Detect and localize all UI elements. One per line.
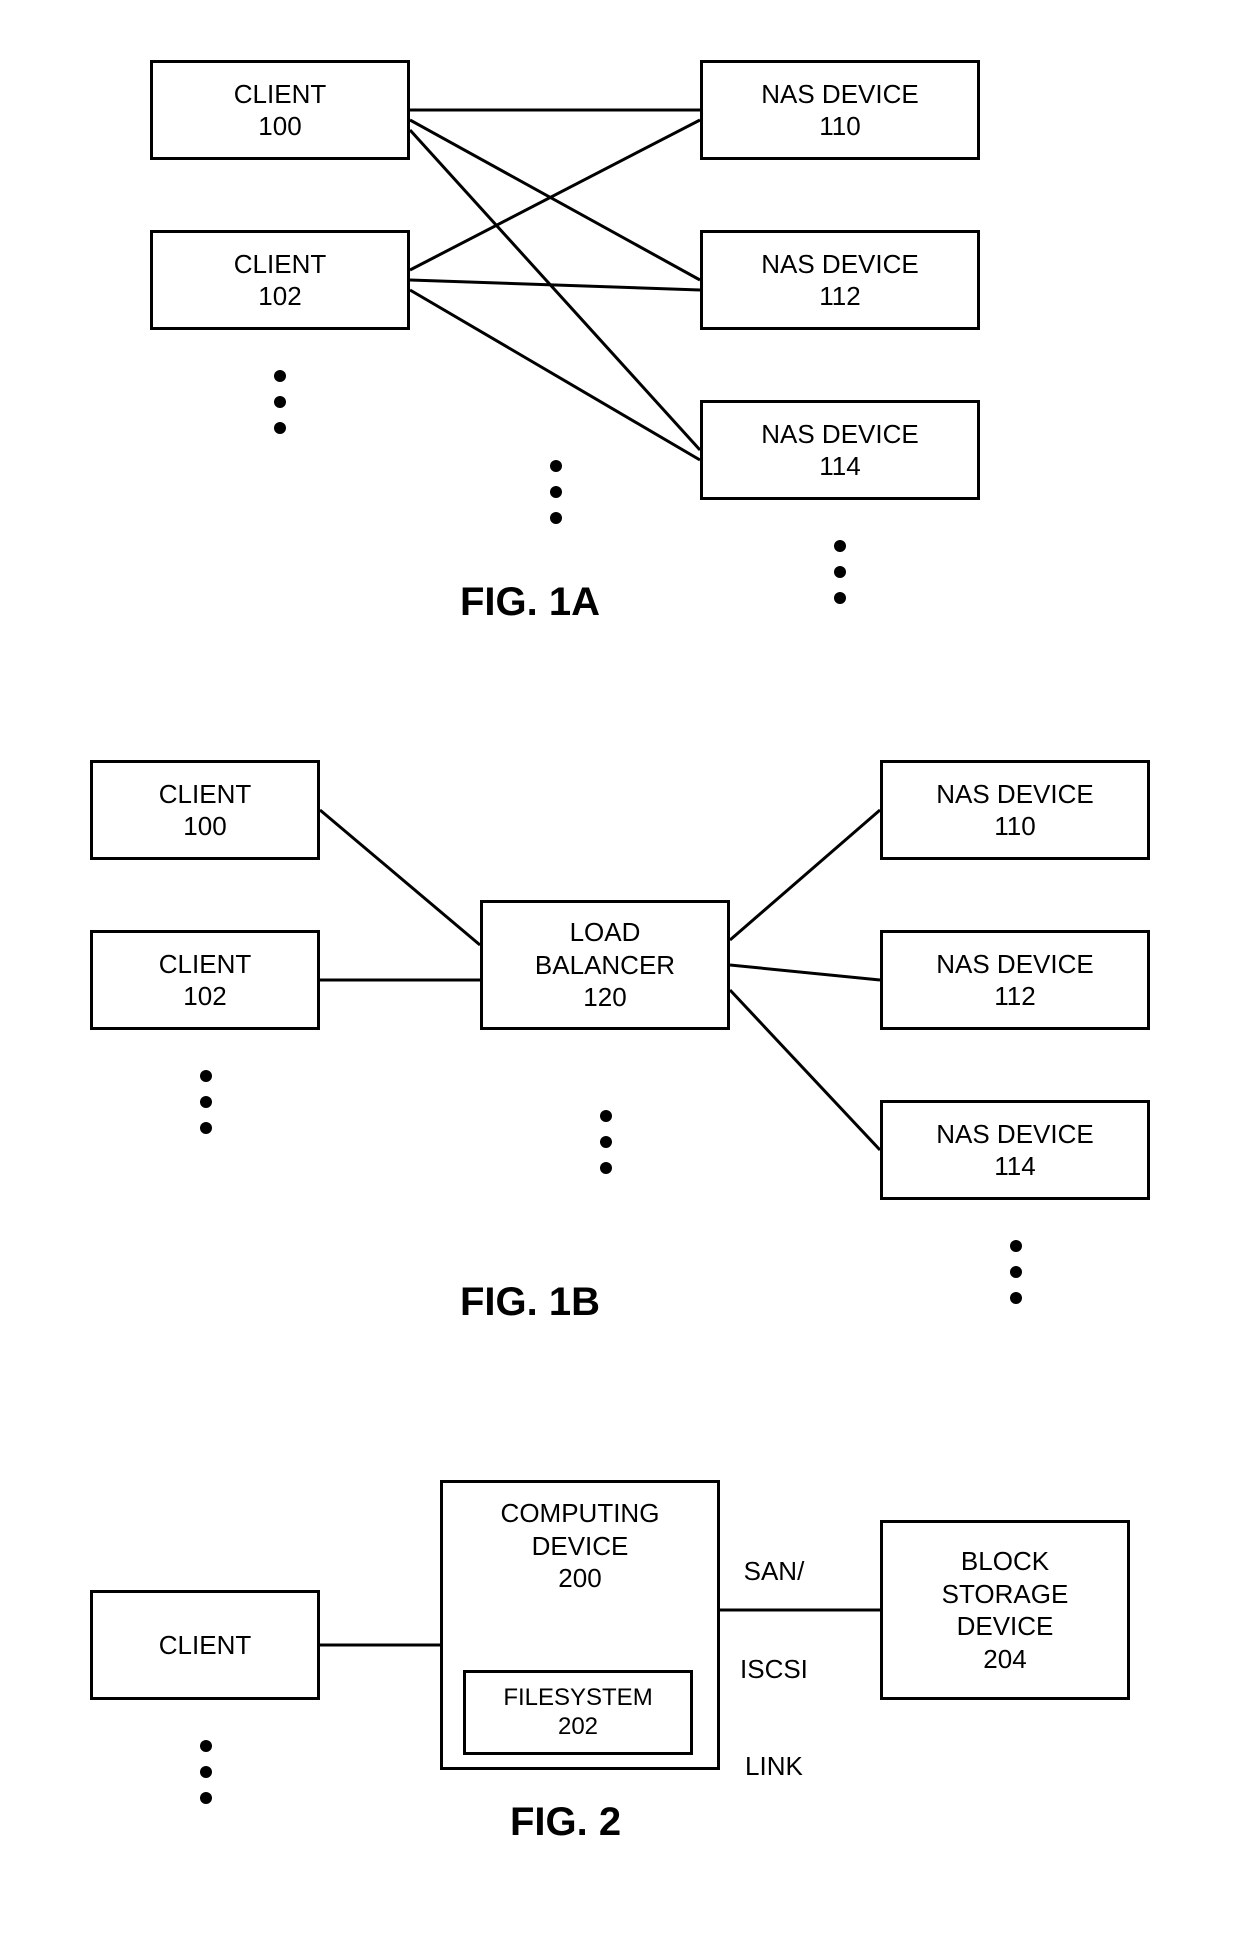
box-id: 114 [819, 450, 860, 483]
box-title: NAS DEVICE [936, 948, 1094, 981]
link-line2: ISCSI [740, 1653, 808, 1686]
fig1b-client-100: CLIENT 100 [90, 760, 320, 860]
fig1a-client-100: CLIENT 100 [150, 60, 410, 160]
ellipsis-icon [550, 460, 562, 524]
fig1a-nas-114: NAS DEVICE 114 [700, 400, 980, 500]
fig1b-load-balancer: LOAD BALANCER 120 [480, 900, 730, 1030]
ellipsis-icon [274, 370, 286, 434]
box-title: NAS DEVICE [936, 778, 1094, 811]
box-id: 110 [994, 810, 1035, 843]
box-title: CLIENT [234, 78, 326, 111]
fig1a-nas-110: NAS DEVICE 110 [700, 60, 980, 160]
box-id: 102 [258, 280, 301, 313]
box-id: 120 [583, 981, 626, 1014]
box-title: NAS DEVICE [761, 248, 919, 281]
ellipsis-icon [1010, 1240, 1022, 1304]
box-title2: DEVICE [532, 1530, 629, 1563]
box-id: 114 [994, 1150, 1035, 1183]
box-title2: STORAGE [942, 1578, 1069, 1611]
box-title: LOAD [570, 916, 641, 949]
ellipsis-icon [600, 1110, 612, 1174]
box-title: COMPUTING [501, 1497, 660, 1530]
fig2-link-label: SAN/ ISCSI LINK [740, 1490, 808, 1848]
fig2-block-storage: BLOCK STORAGE DEVICE 204 [880, 1520, 1130, 1700]
box-title3: DEVICE [957, 1610, 1054, 1643]
box-id: 202 [558, 1713, 598, 1742]
box-title: NAS DEVICE [936, 1118, 1094, 1151]
box-title: BLOCK [961, 1545, 1049, 1578]
box-title2: BALANCER [535, 949, 675, 982]
fig1a-client-102: CLIENT 102 [150, 230, 410, 330]
fig1b-nas-114: NAS DEVICE 114 [880, 1100, 1150, 1200]
link-line3: LINK [740, 1750, 808, 1783]
fig1b-nas-112: NAS DEVICE 112 [880, 930, 1150, 1030]
box-title: CLIENT [234, 248, 326, 281]
box-title: CLIENT [159, 778, 251, 811]
box-title: FILESYSTEM [503, 1684, 652, 1713]
fig1a-nas-112: NAS DEVICE 112 [700, 230, 980, 330]
fig1b-nas-110: NAS DEVICE 110 [880, 760, 1150, 860]
fig1b-client-102: CLIENT 102 [90, 930, 320, 1030]
fig2-computing-device: COMPUTING DEVICE 200 FILESYSTEM 202 [440, 1480, 720, 1770]
fig1a-label: FIG. 1A [460, 580, 600, 625]
ellipsis-icon [834, 540, 846, 604]
fig2-client: CLIENT [90, 1590, 320, 1700]
page: CLIENT 100 CLIENT 102 NAS DEVICE 110 NAS… [0, 0, 1240, 1948]
fig1b-label: FIG. 1B [460, 1280, 600, 1325]
box-id: 112 [994, 980, 1035, 1013]
ellipsis-icon [200, 1740, 212, 1804]
ellipsis-icon [200, 1070, 212, 1134]
fig2-filesystem: FILESYSTEM 202 [463, 1670, 693, 1755]
box-title: NAS DEVICE [761, 418, 919, 451]
box-id: 110 [819, 110, 860, 143]
box-id: 112 [819, 280, 860, 313]
box-id: 100 [258, 110, 301, 143]
box-id: 100 [183, 810, 226, 843]
box-id: 200 [558, 1562, 601, 1595]
box-title: NAS DEVICE [761, 78, 919, 111]
fig2-label: FIG. 2 [510, 1800, 621, 1845]
box-title: CLIENT [159, 948, 251, 981]
box-id: 204 [983, 1643, 1026, 1676]
link-line1: SAN/ [740, 1555, 808, 1588]
box-id: 102 [183, 980, 226, 1013]
box-title: CLIENT [159, 1629, 251, 1662]
